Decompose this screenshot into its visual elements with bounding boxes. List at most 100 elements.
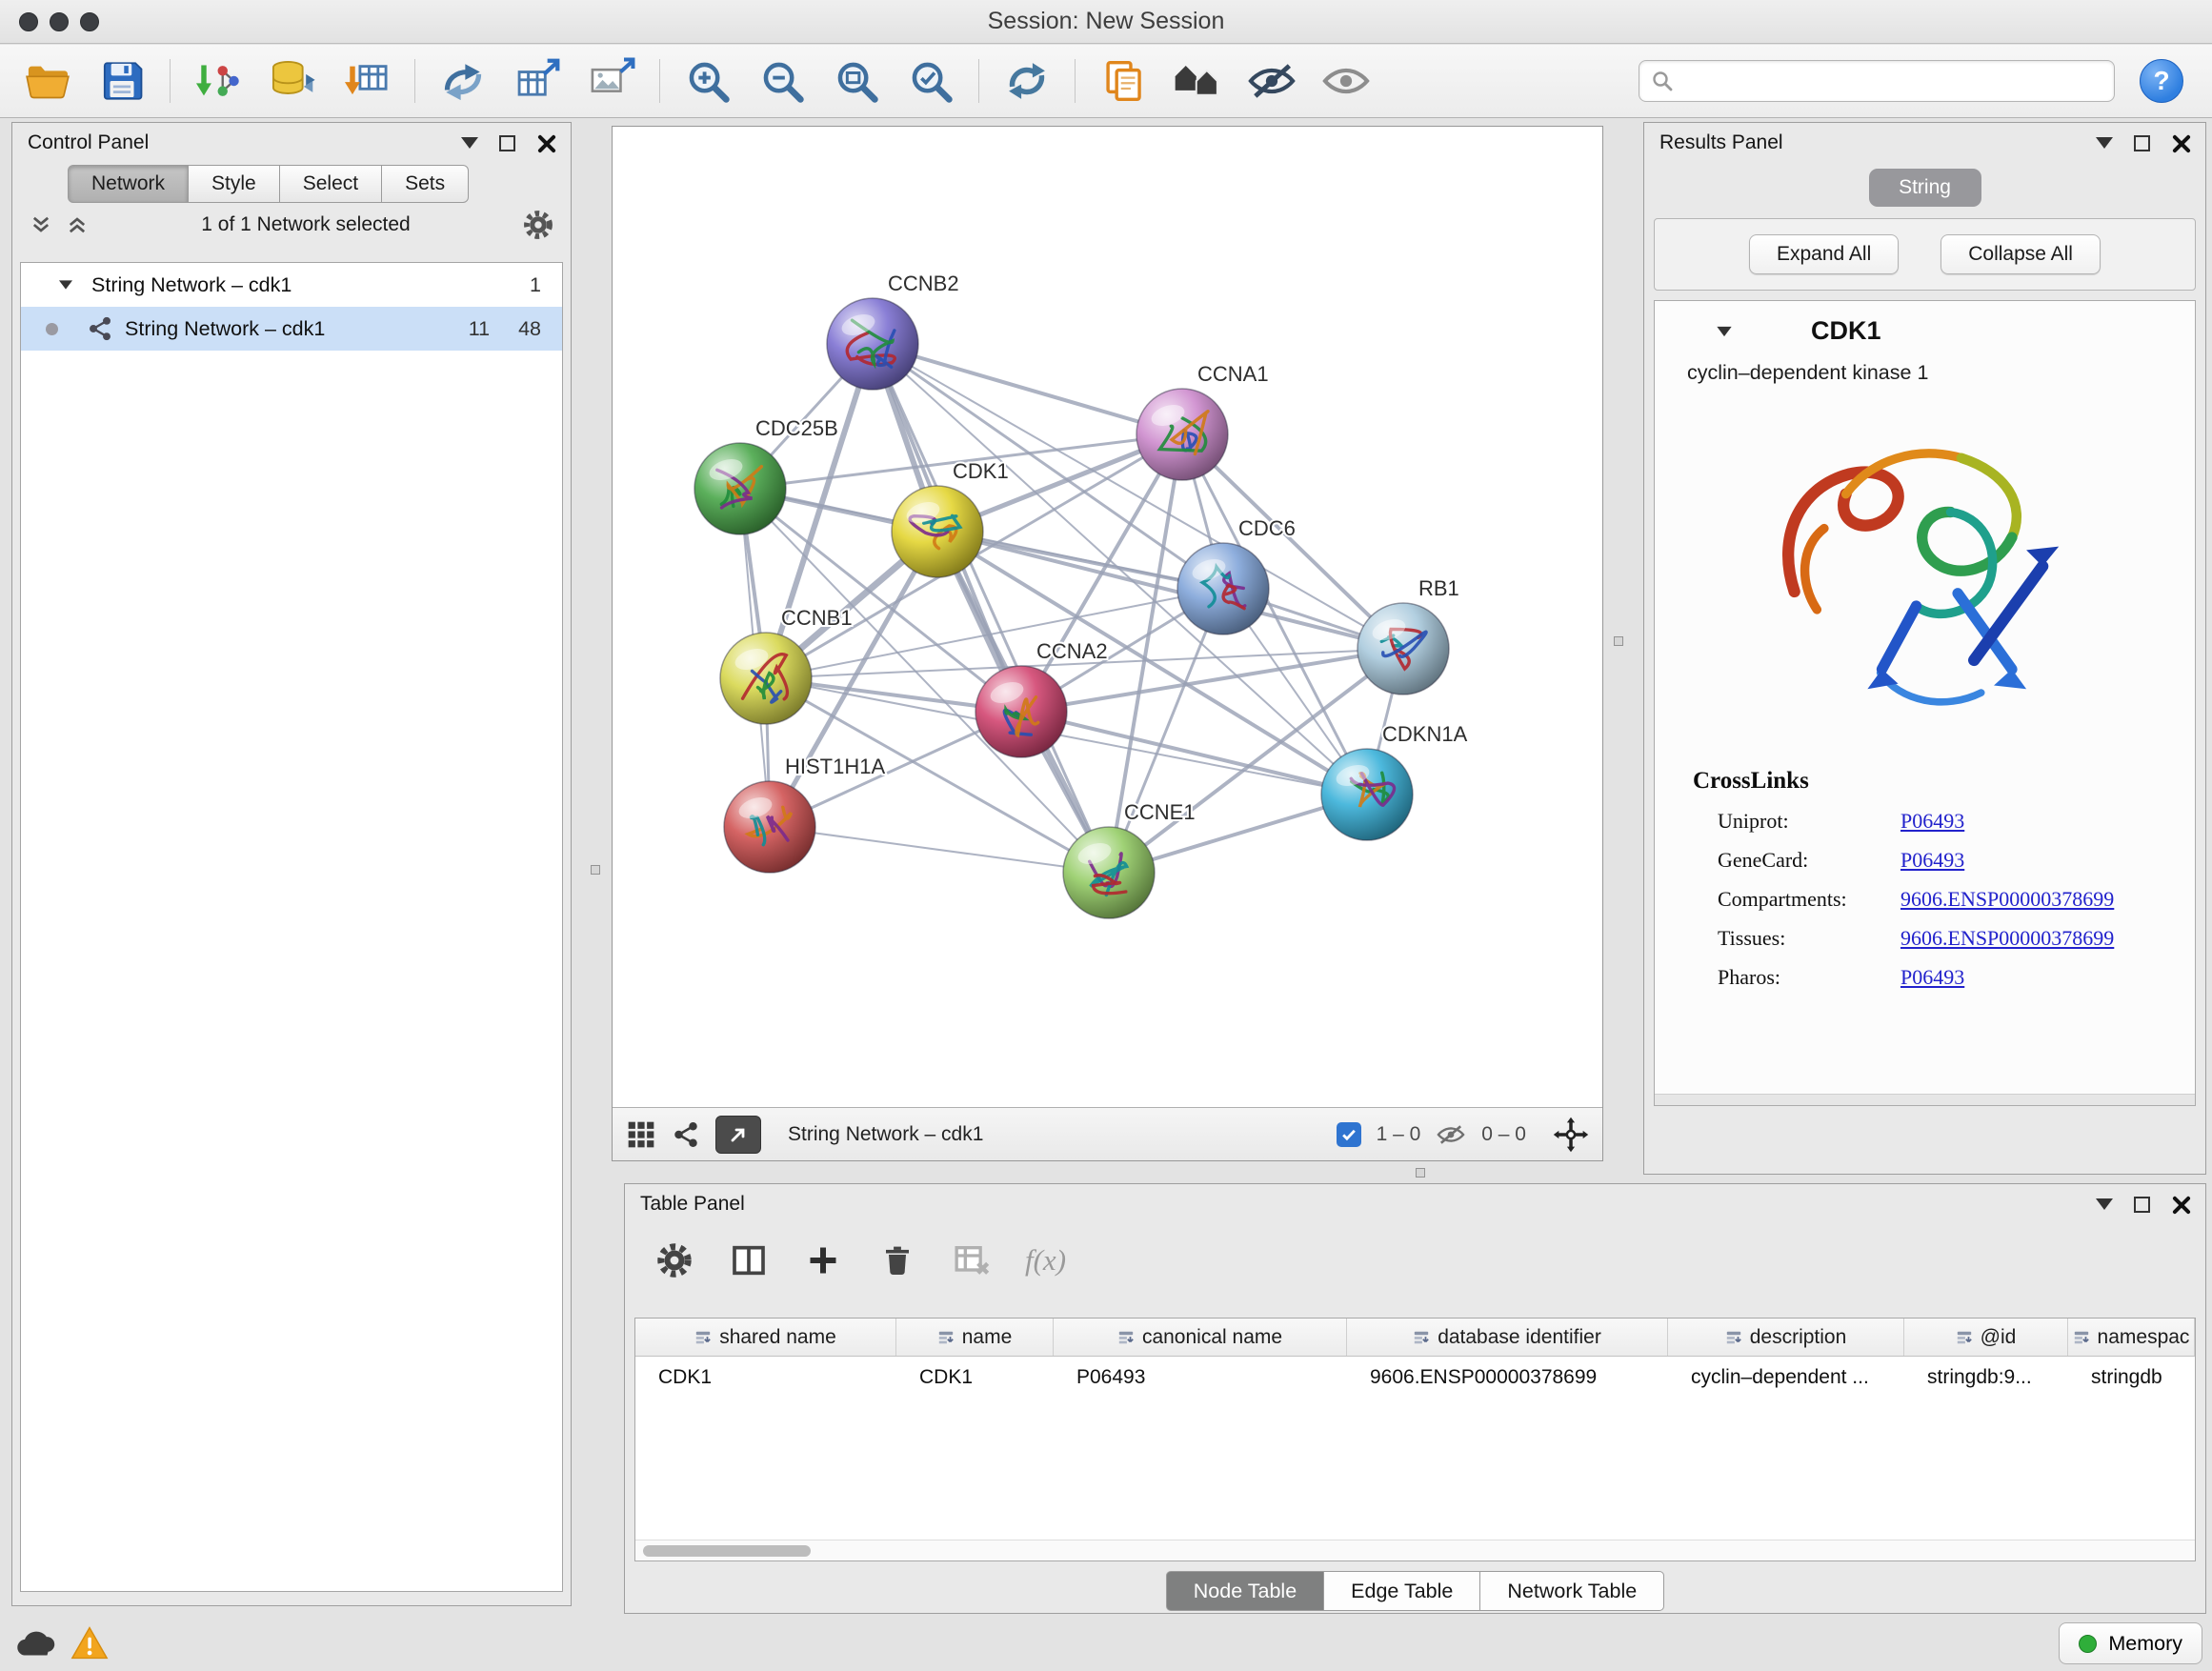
memory-button[interactable]: Memory (2059, 1622, 2202, 1664)
table-cell[interactable]: CDK1 (896, 1366, 1054, 1389)
import-table-from-file-button[interactable] (340, 54, 393, 108)
network-edge[interactable] (873, 344, 1182, 434)
column-header-shared-name[interactable]: shared name (635, 1319, 896, 1356)
window-zoom-button[interactable] (80, 12, 99, 31)
table-cell[interactable]: stringdb:9... (1904, 1366, 2068, 1389)
tab-network-table[interactable]: Network Table (1480, 1571, 1664, 1611)
export-table-button[interactable] (511, 54, 564, 108)
panel-close-icon[interactable] (536, 133, 555, 152)
network-collection-row[interactable]: String Network – cdk1 1 (21, 263, 562, 307)
column-header-namespac[interactable]: namespac (2068, 1319, 2195, 1356)
panel-collapse-icon[interactable] (2096, 137, 2113, 149)
zoom-fit-button[interactable] (830, 54, 883, 108)
panel-collapse-icon[interactable] (461, 137, 478, 149)
panel-float-icon[interactable] (2134, 1197, 2150, 1213)
panel-close-icon[interactable] (2171, 133, 2190, 152)
column-header-id[interactable]: @id (1904, 1319, 2068, 1356)
open-in-browser-button[interactable] (715, 1116, 761, 1154)
birdseye-grid-icon[interactable] (626, 1119, 656, 1150)
save-session-button[interactable] (95, 54, 149, 108)
panel-float-icon[interactable] (2134, 135, 2150, 151)
panel-close-icon[interactable] (2171, 1195, 2190, 1214)
network-node-cdk1[interactable]: CDK1 (892, 459, 1009, 577)
window-minimize-button[interactable] (50, 12, 69, 31)
table-horizontal-scrollbar[interactable] (635, 1540, 2195, 1560)
refresh-layout-button[interactable] (1000, 54, 1054, 108)
zoom-selected-button[interactable] (904, 54, 957, 108)
string-share-icon[interactable] (672, 1120, 700, 1149)
gear-icon[interactable] (523, 210, 553, 240)
tab-network[interactable]: Network (68, 165, 189, 203)
results-scroll-track[interactable] (1655, 1094, 2195, 1105)
crosslink-value-link[interactable]: 9606.ENSP00000378699 (1900, 887, 2114, 912)
zoom-out-button[interactable] (755, 54, 809, 108)
network-edge[interactable] (873, 344, 1109, 873)
help-button[interactable]: ? (2140, 59, 2183, 103)
import-network-from-database-button[interactable] (266, 54, 319, 108)
network-row[interactable]: String Network – cdk1 11 48 (21, 307, 562, 351)
crosslink-value-link[interactable]: 9606.ENSP00000378699 (1900, 926, 2114, 951)
panel-collapse-icon[interactable] (2096, 1198, 2113, 1210)
network-canvas[interactable]: CCNB2CCNA1CDC25BCDK1CDC6RB1CCNB1CCNA2CDK… (613, 127, 1602, 1107)
network-node-hist1h1a[interactable]: HIST1H1A (724, 755, 885, 873)
network-edge[interactable] (770, 827, 1109, 873)
tree-expand-icon[interactable] (59, 280, 72, 289)
network-node-ccnb2[interactable]: CCNB2 (827, 272, 959, 390)
network-node-ccna1[interactable]: CCNA1 (1136, 362, 1269, 480)
tab-style[interactable]: Style (189, 165, 280, 203)
window-close-button[interactable] (19, 12, 38, 31)
column-header-database-identifier[interactable]: database identifier (1347, 1319, 1668, 1356)
network-node-cdkn1a[interactable]: CDKN1A (1321, 722, 1468, 840)
network-merge-button[interactable] (436, 54, 490, 108)
table-row[interactable]: CDK1CDK1P064939606.ENSP00000378699cyclin… (635, 1357, 2195, 1399)
table-cell[interactable]: CDK1 (635, 1366, 896, 1389)
collapse-all-icon[interactable] (30, 213, 52, 236)
network-edge[interactable] (1021, 712, 1367, 795)
show-columns-button[interactable] (728, 1239, 770, 1281)
warnings-button[interactable] (63, 1621, 116, 1666)
search-input[interactable] (1681, 70, 2102, 92)
tab-select[interactable]: Select (280, 165, 382, 203)
function-builder-button[interactable]: f(x) (1025, 1239, 1066, 1281)
expand-all-button[interactable]: Expand All (1749, 234, 1899, 274)
export-image-button[interactable] (585, 54, 638, 108)
network-node-rb1[interactable]: RB1 (1357, 576, 1459, 695)
table-cell[interactable]: 9606.ENSP00000378699 (1347, 1366, 1668, 1389)
selected-nodes-checkbox-icon[interactable] (1337, 1122, 1361, 1147)
tab-edge-table[interactable]: Edge Table (1324, 1571, 1480, 1611)
table-settings-button[interactable] (654, 1239, 695, 1281)
tab-node-table[interactable]: Node Table (1166, 1571, 1324, 1611)
column-header-name[interactable]: name (896, 1319, 1054, 1356)
table-cell[interactable]: cyclin–dependent ... (1668, 1366, 1904, 1389)
string-results-tab[interactable]: String (1869, 169, 1981, 207)
collapse-all-button[interactable]: Collapse All (1941, 234, 2101, 274)
left-splitter-handle[interactable] (591, 865, 600, 875)
table-cell[interactable]: P06493 (1054, 1366, 1347, 1389)
scrollbar-thumb[interactable] (643, 1545, 811, 1557)
panel-float-icon[interactable] (499, 135, 515, 151)
import-network-from-file-button[interactable] (191, 54, 245, 108)
cloud-tasks-button[interactable] (10, 1621, 63, 1666)
delete-table-button[interactable] (951, 1239, 993, 1281)
duplicate-annotation-button[interactable] (1096, 54, 1150, 108)
tab-sets[interactable]: Sets (382, 165, 469, 203)
right-splitter-handle[interactable] (1614, 636, 1623, 646)
show-graphics-details-button[interactable] (1319, 54, 1373, 108)
delete-column-button[interactable] (876, 1239, 918, 1281)
hide-graphics-details-button[interactable] (1245, 54, 1298, 108)
column-header-description[interactable]: description (1668, 1319, 1904, 1356)
open-session-button[interactable] (21, 54, 74, 108)
hidden-items-eye-slash-icon[interactable] (1436, 1119, 1466, 1150)
create-column-button[interactable] (802, 1239, 844, 1281)
column-header-canonical-name[interactable]: canonical name (1054, 1319, 1347, 1356)
expand-all-icon[interactable] (66, 213, 89, 236)
pan-crosshair-icon[interactable] (1553, 1117, 1589, 1153)
table-cell[interactable]: stringdb (2068, 1366, 2195, 1389)
zoom-in-button[interactable] (681, 54, 734, 108)
network-overview-button[interactable] (1171, 54, 1224, 108)
crosslink-value-link[interactable]: P06493 (1900, 809, 1964, 834)
bottom-splitter-handle[interactable] (1416, 1168, 1425, 1178)
crosslink-value-link[interactable]: P06493 (1900, 965, 1964, 990)
crosslink-value-link[interactable]: P06493 (1900, 848, 1964, 873)
gene-collapse-icon[interactable] (1717, 326, 1731, 335)
